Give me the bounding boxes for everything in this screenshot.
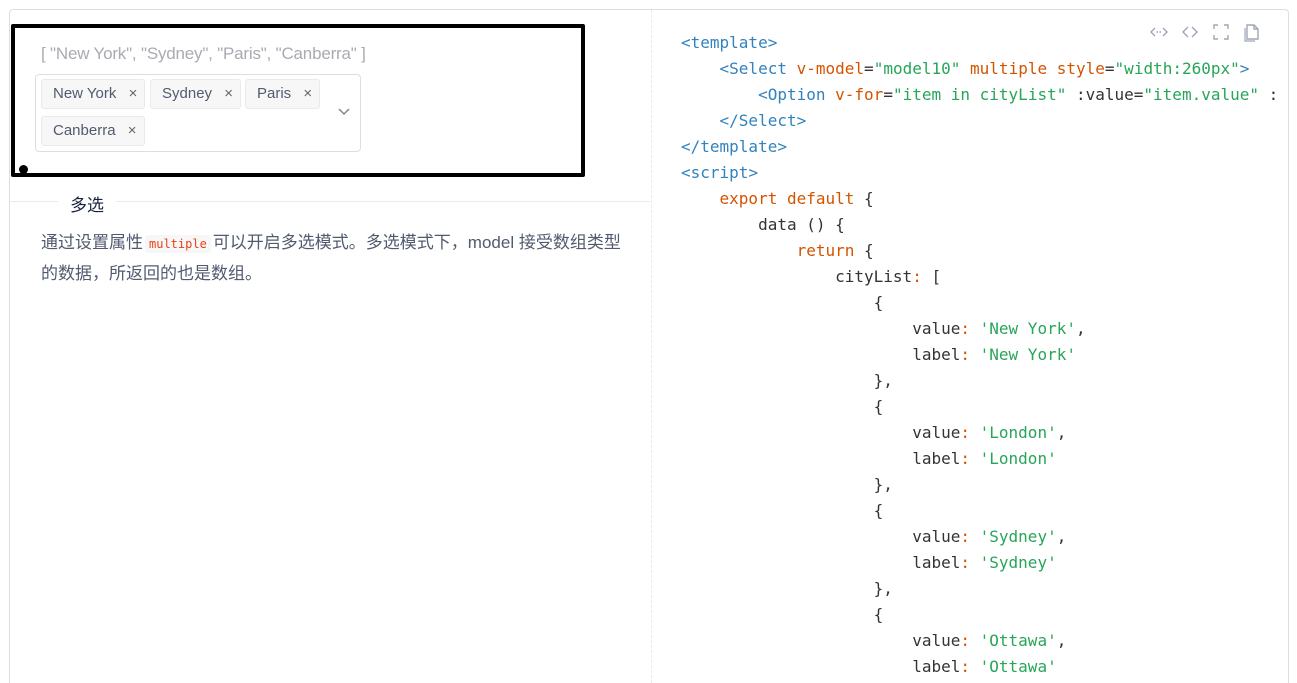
tag-label: Sydney — [162, 85, 213, 102]
select-tag: Canberra × — [41, 116, 145, 146]
code-line: <template> — [681, 33, 778, 52]
select-tag: Paris × — [245, 79, 321, 109]
code-line: <script> — [681, 163, 759, 182]
demo-panel: [ "New York", "Sydney", "Paris", "Canber… — [10, 10, 651, 683]
code-line: <Select v-model="model10" multiple style… — [719, 59, 1250, 78]
demo-card: [ "New York", "Sydney", "Paris", "Canber… — [9, 9, 1289, 683]
tag-label: New York — [53, 85, 117, 102]
code-line: }, — [681, 579, 893, 598]
code-line: value: 'London', — [681, 423, 1067, 442]
select-tag: Sydney × — [150, 79, 242, 109]
tag-label: Paris — [257, 85, 292, 102]
multiple-select[interactable]: New York × Sydney × Paris × Canberra × — [35, 74, 361, 152]
code-line: value: 'Ottawa', — [681, 631, 1067, 650]
code-line: export default { — [719, 189, 874, 208]
code-line: label: 'Sydney' — [681, 553, 1057, 572]
tag-label: Canberra — [53, 122, 116, 139]
code-line: }, — [681, 475, 893, 494]
chevron-down-icon[interactable] — [338, 105, 350, 117]
inline-code: multiple — [145, 235, 211, 253]
tag-close-icon[interactable]: × — [128, 117, 137, 145]
code-line: </Select> — [719, 111, 807, 130]
tag-close-icon[interactable]: × — [129, 80, 138, 108]
code-line: value: 'Sydney', — [681, 527, 1067, 546]
code-line: }, — [681, 371, 893, 390]
code-panel: <template> <Select v-model="model10" mul… — [652, 10, 1288, 683]
tag-close-icon[interactable]: × — [303, 80, 312, 108]
code-line: { — [681, 501, 884, 520]
code-line: label: 'New York' — [681, 345, 1076, 364]
code-line: data () { — [681, 215, 845, 234]
code-line: </template> — [681, 137, 787, 156]
code-line: label: 'Ottawa' — [681, 657, 1057, 676]
code-line: <Option v-for="item in cityList" :value=… — [758, 85, 1279, 104]
code-line: label: 'London' — [681, 449, 1057, 468]
code-line: cityList: [ — [681, 267, 942, 286]
code-line: { — [681, 293, 884, 312]
code-line: { — [681, 605, 884, 624]
tag-close-icon[interactable]: × — [224, 80, 233, 108]
code-line: return { — [796, 241, 874, 260]
select-tag: New York × — [41, 79, 146, 109]
section-title: 多选 — [58, 191, 116, 216]
desc-text-before: 通过设置属性 — [41, 233, 143, 252]
code-line: value: 'New York', — [681, 319, 1086, 338]
highlight-marker — [19, 165, 28, 174]
code-line: { — [681, 397, 884, 416]
code-block: <template> <Select v-model="model10" mul… — [681, 30, 1278, 680]
model-value-text: [ "New York", "Sydney", "Paris", "Canber… — [41, 44, 366, 63]
section-description: 通过设置属性 multiple 可以开启多选模式。多选模式下，model 接受数组类… — [41, 228, 631, 289]
